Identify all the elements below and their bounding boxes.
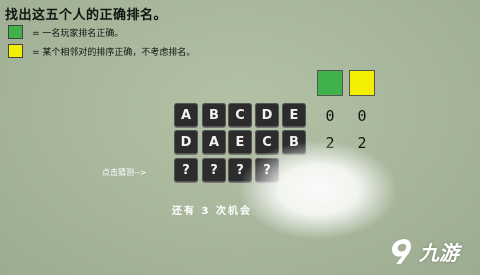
input-tile-2[interactable]: ?: [202, 158, 226, 182]
nine-game-logo-icon: [391, 238, 412, 265]
legend-green-text: = 一名玩家排名正确。: [32, 28, 124, 39]
green-score-header: [317, 70, 343, 96]
watermark-text: 九游: [419, 240, 459, 265]
guess-1-yellow-score: 0: [357, 107, 367, 125]
legend-yellow: = 某个相邻对的排序正确，不考虑排名。: [8, 44, 195, 58]
click-to-guess-hint: 点击猜测-->: [102, 168, 147, 177]
guess-1-tile-2: B: [202, 103, 226, 127]
guess-1-tile-4: D: [255, 103, 279, 127]
guess-1-tile-3: C: [228, 103, 252, 127]
green-swatch: [8, 25, 23, 39]
guess-1-tile-5: E: [282, 103, 306, 127]
yellow-swatch: [8, 44, 23, 58]
legend-green: = 一名玩家排名正确。: [8, 25, 123, 39]
watermark-logo: 九游: [387, 236, 459, 266]
puzzle-title: 找出这五个人的正确排名。: [5, 8, 168, 23]
guess-2-tile-1: D: [174, 130, 198, 154]
legend-yellow-text: = 某个相邻对的排序正确，不考虑排名。: [32, 47, 196, 58]
glare-overlay: [238, 140, 398, 240]
input-tile-1[interactable]: ?: [174, 158, 198, 182]
guess-1-green-score: 0: [325, 107, 335, 125]
guess-1-tile-1: A: [174, 103, 198, 127]
yellow-score-header: [349, 70, 375, 96]
guess-2-tile-2: A: [202, 130, 226, 154]
